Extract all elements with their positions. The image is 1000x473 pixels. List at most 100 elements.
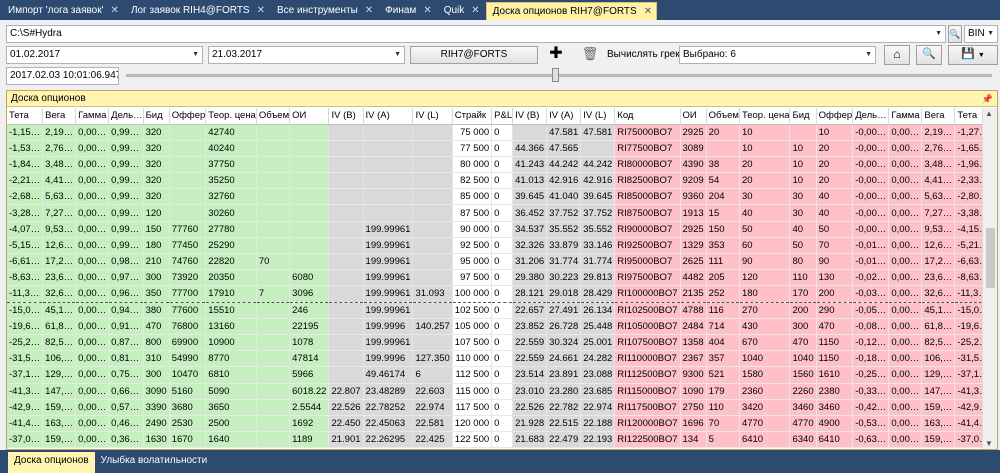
option-desk-grid[interactable]: Тета Вега Гамма Дель… Бид Оффер Теор. цена Объе… xyxy=(7,108,983,449)
column-header[interactable]: Тета xyxy=(954,108,983,125)
column-header[interactable]: Оффер xyxy=(169,108,207,125)
table-row[interactable]: -1,53… 2,76… 0,00… 0,99… 320 40240 77 500 0 44.3… xyxy=(7,140,983,157)
table-cell: 3089 xyxy=(680,140,707,157)
cell-value: 270 xyxy=(741,304,758,316)
close-icon[interactable]: ✕ xyxy=(111,2,119,20)
tab-0[interactable]: Импорт 'лога заявок' ✕ xyxy=(2,2,123,20)
chevron-down-icon[interactable]: ▼ xyxy=(394,47,401,63)
table-cell: 6340 xyxy=(789,431,817,449)
column-header[interactable]: IV (B) xyxy=(512,108,548,125)
column-header[interactable]: IV (L) xyxy=(580,108,616,125)
table-row[interactable]: -6,61… 17,2… 0,00… 0,98… 210 74760 22820 70 199.… xyxy=(7,253,983,271)
close-icon[interactable]: ✕ xyxy=(423,2,431,20)
table-row[interactable]: -31,5… 106,… 0,00… 0,81… 310 54990 8770 47814 19… xyxy=(7,350,983,368)
table-cell: 130 xyxy=(816,269,854,287)
column-header[interactable]: Тета xyxy=(7,108,44,125)
column-header[interactable]: IV (L) xyxy=(412,108,453,125)
column-header[interactable]: IV (A) xyxy=(363,108,414,125)
cell-value: 0,99… xyxy=(111,191,140,203)
cell-value: 82 500 xyxy=(460,175,490,187)
table-cell xyxy=(289,204,330,222)
column-header[interactable]: Гамма xyxy=(75,108,110,125)
table-cell: 1078 xyxy=(289,334,330,352)
vertical-scrollbar[interactable]: ▲ ▼ xyxy=(982,108,997,449)
column-header[interactable]: Вега xyxy=(42,108,77,125)
column-header[interactable]: IV (B) xyxy=(328,108,364,125)
table-cell: 47.581 xyxy=(546,124,582,141)
column-header[interactable]: Объем xyxy=(706,108,740,125)
date-from-field[interactable]: 01.02.2017 ▼ xyxy=(6,46,203,64)
table-row[interactable]: -3,28… 7,27… 0,00… 0,99… 120 30260 87 500 0 36.4… xyxy=(7,204,983,222)
scroll-down-icon[interactable]: ▼ xyxy=(985,439,993,448)
save-menu-button[interactable]: 💾 ▼ xyxy=(948,45,998,65)
current-time-field[interactable]: 2017.02.03 10:01:06.947 xyxy=(6,67,119,85)
tab-4[interactable]: Quik ✕ xyxy=(438,2,484,20)
greeks-select[interactable]: Выбрано: 6 ▼ xyxy=(679,46,876,64)
table-row[interactable]: -41,3… 147,… 0,00… 0,66… 3090 5160 5090 6018.22… xyxy=(7,383,983,400)
cell-value: 199.99961 xyxy=(365,288,411,300)
table-row[interactable]: -5,15… 12,6… 0,00… 0,99… 180 77450 25290 199.99… xyxy=(7,237,983,255)
table-row[interactable]: -1,15… 2,19… 0,00… 0,99… 320 42740 75 000 0 47.5… xyxy=(7,124,983,141)
table-row[interactable]: -15,0… 45,1… 0,00… 0,94… 380 77600 15510 246 199… xyxy=(7,302,983,319)
add-icon[interactable]: ✚ xyxy=(544,45,568,65)
table-row[interactable]: -42,9… 159,… 0,00… 0,57… 3390 3680 3650 2.5544 2… xyxy=(7,399,983,416)
table-cell: 111 xyxy=(706,253,740,271)
column-header[interactable]: Гамма xyxy=(888,108,923,125)
chevron-down-icon[interactable]: ▼ xyxy=(192,47,199,63)
trash-icon[interactable]: 🗑 xyxy=(580,45,600,65)
table-row[interactable]: -1,84… 3,48… 0,00… 0,99… 320 37750 80 000 0 41.2… xyxy=(7,156,983,174)
search-icon[interactable]: 🔍 xyxy=(916,45,942,65)
home-icon[interactable]: ⌂ xyxy=(884,45,910,65)
table-row[interactable]: -37,0… 159,… 0,00… 0,36… 1630 1670 1640 1189 21.… xyxy=(7,431,983,449)
column-header[interactable]: Бид xyxy=(789,108,817,125)
close-icon[interactable]: ✕ xyxy=(257,2,265,20)
time-slider-thumb[interactable] xyxy=(552,68,559,82)
table-row[interactable]: -37,1… 129,… 0,00… 0,75… 300 10470 6810 5966 49.… xyxy=(7,366,983,384)
column-header[interactable]: P&L xyxy=(491,108,514,125)
table-row[interactable]: -2,68… 5,63… 0,00… 0,99… 320 32760 85 000 0 39.6… xyxy=(7,188,983,206)
column-header[interactable]: Теор. цена xyxy=(205,108,257,125)
bottom-tab-1[interactable]: Улыбка волатильности xyxy=(95,452,214,473)
security-select-button[interactable]: RIH7@FORTS xyxy=(410,46,538,64)
column-header[interactable]: IV (A) xyxy=(546,108,582,125)
column-header[interactable]: ОИ xyxy=(289,108,330,125)
column-header[interactable]: Объем xyxy=(256,108,291,125)
column-header[interactable]: ОИ xyxy=(680,108,707,125)
tab-2[interactable]: Все инструменты ✕ xyxy=(271,2,377,20)
column-header[interactable]: Дель… xyxy=(108,108,144,125)
current-time-value: 2017.02.03 10:01:06.947 xyxy=(10,70,119,81)
bottom-tab-0[interactable]: Доска опционов xyxy=(8,452,95,473)
scroll-thumb[interactable] xyxy=(986,228,995,288)
table-row[interactable]: -11,3… 32,6… 0,00… 0,96… 350 77700 17910 7 3096 1… xyxy=(7,285,983,303)
chevron-down-icon[interactable]: ▼ xyxy=(935,26,942,42)
storage-format-select[interactable]: BIN ▼ xyxy=(964,25,998,43)
table-row[interactable]: -25,2… 82,5… 0,00… 0,87… 800 69900 10900 1078 19… xyxy=(7,334,983,352)
column-header[interactable]: Вега xyxy=(921,108,956,125)
close-icon[interactable]: ✕ xyxy=(644,3,652,21)
close-icon[interactable]: ✕ xyxy=(365,2,373,20)
column-header[interactable]: Страйк xyxy=(452,108,493,125)
close-icon[interactable]: ✕ xyxy=(471,2,479,20)
table-cell: 0,91… xyxy=(108,318,144,335)
tab-1[interactable]: Лог заявок RIH4@FORTS ✕ xyxy=(125,2,269,20)
column-header[interactable]: Бид xyxy=(143,108,170,125)
storage-path-field[interactable]: C:\S#Hydra ▼ xyxy=(6,25,946,43)
table-row[interactable]: -4,07… 9,53… 0,00… 0,99… 150 77760 27780 199.99… xyxy=(7,221,983,238)
column-header[interactable]: Дель… xyxy=(852,108,890,125)
table-row[interactable]: -19,6… 61,8… 0,00… 0,91… 470 76800 13160 22195 1… xyxy=(7,318,983,335)
scroll-up-icon[interactable]: ▲ xyxy=(985,109,993,118)
column-header[interactable]: Оффер xyxy=(816,108,854,125)
pin-icon[interactable]: 📌 xyxy=(982,91,993,107)
date-to-field[interactable]: 21.03.2017 ▼ xyxy=(208,46,405,64)
tab-5[interactable]: Доска опционов RIH7@FORTS ✕ xyxy=(485,2,658,21)
column-header[interactable]: Код xyxy=(614,108,681,125)
column-header[interactable]: Теор. цена xyxy=(739,108,791,125)
cell-value: -41,4… xyxy=(957,417,983,429)
tab-3[interactable]: Финам ✕ xyxy=(379,2,436,20)
table-cell: -8,63… xyxy=(954,269,983,287)
table-row[interactable]: -8,63… 23,6… 0,00… 0,97… 300 73920 20350 6080 19… xyxy=(7,269,983,287)
table-row[interactable]: -41,4… 163,… 0,00… 0,46… 2490 2530 2500 1692 22.… xyxy=(7,415,983,433)
browse-search-button[interactable]: 🔍 xyxy=(948,25,962,43)
table-row[interactable]: -2,21… 4,41… 0,00… 0,99… 320 35250 82 500 0 41.0… xyxy=(7,172,983,190)
time-slider-track[interactable] xyxy=(126,74,992,77)
